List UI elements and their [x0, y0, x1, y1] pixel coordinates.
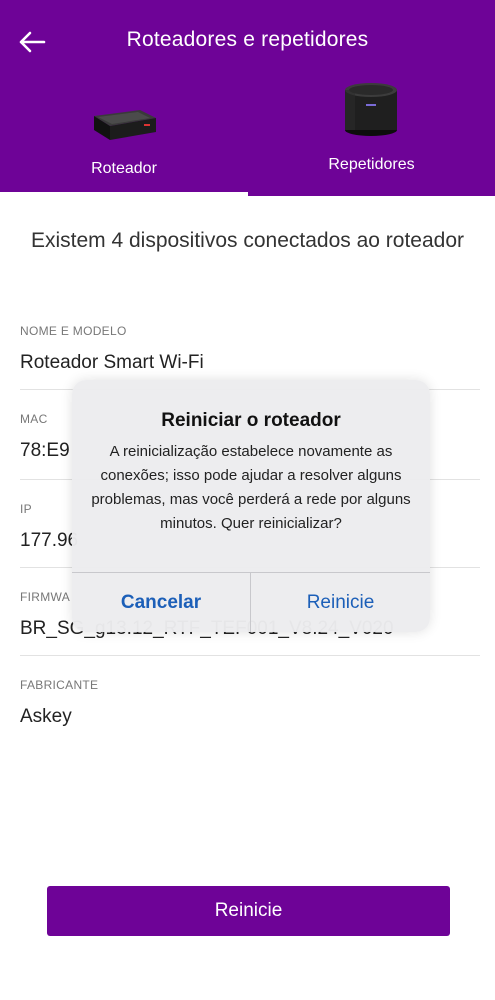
field-manufacturer: FABRICANTE Askey — [20, 656, 480, 746]
router-device-image — [94, 110, 156, 140]
repeater-device-image — [345, 83, 397, 136]
field-label: FABRICANTE — [20, 678, 99, 692]
field-label: MAC — [20, 412, 48, 426]
tab-roteador[interactable]: Roteador — [0, 70, 248, 196]
tab-repetidores-label: Repetidores — [328, 156, 415, 173]
dialog-message: A reinicialização estabelece novamente a… — [91, 443, 411, 532]
field-label: IP — [20, 502, 32, 516]
tab-selected-indicator — [0, 192, 248, 196]
field-label: FIRMWA — [20, 590, 71, 604]
tab-roteador-label: Roteador — [91, 160, 157, 177]
field-value: 177.96 — [20, 530, 79, 551]
confirm-restart-button[interactable]: Reinicie — [251, 573, 430, 632]
dialog-title: Reiniciar o roteador — [161, 410, 341, 431]
field-label: NOME E MODELO — [20, 324, 127, 338]
field-value: 78:E9 — [20, 440, 70, 461]
restart-confirm-dialog: Reiniciar o roteador A reinicialização e… — [72, 380, 430, 632]
app-header: Roteadores e repetidores Roteador Repeti… — [0, 0, 495, 196]
tab-repetidores[interactable]: Repetidores — [248, 70, 495, 196]
connected-devices-text: Existem 4 dispositivos conectados ao rot… — [30, 229, 465, 252]
field-value: Roteador Smart Wi-Fi — [20, 352, 204, 373]
field-value: Askey — [20, 706, 72, 727]
restart-router-button[interactable]: Reinicie — [47, 886, 450, 936]
page-title: Roteadores e repetidores — [126, 28, 369, 51]
cancel-button[interactable]: Cancelar — [72, 573, 250, 632]
